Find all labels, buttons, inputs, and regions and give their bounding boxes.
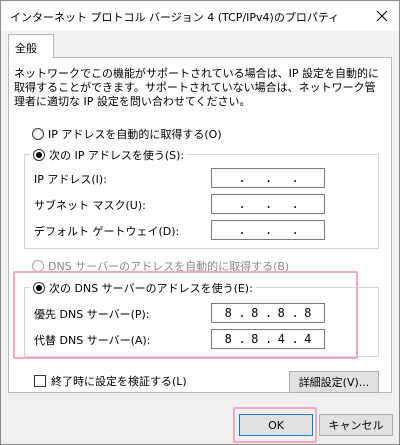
preferred-dns-input[interactable]: 8. 8. 8. 8 [211,303,325,323]
dns-manual-option[interactable]: 次の DNS サーバーのアドレスを使う(E): [30,280,256,296]
advanced-button[interactable]: 詳細設定(V)... [289,371,379,393]
tab-general-label: 全般 [15,42,37,55]
ip-manual-option[interactable]: 次の IP アドレスを使う(S): [30,147,188,163]
properties-dialog: インターネット プロトコル バージョン 4 (TCP/IPv4)のプロパティ 全… [0,0,400,445]
ip-auto-label: IP アドレスを自動的に取得する(O) [48,128,222,141]
octet: 8 [224,332,232,346]
dns-manual-radio[interactable] [33,282,45,294]
octet: 8 [224,306,232,320]
advanced-button-label: 詳細設定(V)... [298,376,370,389]
dns-manual-label: 次の DNS サーバーのアドレスを使う(E): [49,282,253,295]
dns-auto-option[interactable]: DNS サーバーのアドレスを自動的に取得する(B) [32,258,289,274]
alternate-dns-input[interactable]: 8. 8. 4. 4 [211,329,325,349]
ok-button-label: OK [268,418,284,432]
ip-auto-radio[interactable] [32,128,44,140]
ok-button[interactable]: OK [239,414,313,436]
alternate-dns-label: 代替 DNS サーバー(A): [34,334,151,347]
cancel-button[interactable]: キャンセル [319,414,393,436]
octet: 8 [251,332,259,346]
dns-auto-label: DNS サーバーのアドレスを自動的に取得する(B) [48,260,290,273]
window-title: インターネット プロトコル バージョン 4 (TCP/IPv4)のプロパティ [10,11,340,24]
close-icon [376,10,388,22]
default-gateway-input[interactable]: . . . [211,220,325,240]
ip-manual-label: 次の IP アドレスを使う(S): [49,149,185,162]
octet: 8 [277,306,285,320]
close-button[interactable] [371,5,393,27]
validate-on-exit-label: 終了時に設定を検証する(L) [51,375,187,388]
octet: 8 [304,306,312,320]
ip-manual-radio[interactable] [33,149,45,161]
octet: 4 [304,332,312,346]
ip-address-input[interactable]: . . . [211,168,325,188]
tab-general[interactable]: 全般 [8,34,54,58]
validate-on-exit-checkbox[interactable] [34,375,46,387]
octet: 8 [251,306,259,320]
description-text: ネットワークでこの機能がサポートされている場合は、IP 設定を自動的に取得するこ… [14,67,380,108]
subnet-mask-label: サブネット マスク(U): [34,199,146,212]
cancel-button-label: キャンセル [328,419,384,432]
ip-address-label: IP アドレス(I): [34,173,107,186]
preferred-dns-label: 優先 DNS サーバー(P): [34,308,150,321]
ip-auto-option[interactable]: IP アドレスを自動的に取得する(O) [32,126,222,142]
octet: 4 [277,332,285,346]
title-bar: インターネット プロトコル バージョン 4 (TCP/IPv4)のプロパティ [1,1,399,31]
default-gateway-label: デフォルト ゲートウェイ(D): [34,225,180,238]
subnet-mask-input[interactable]: . . . [211,194,325,214]
dns-auto-radio[interactable] [32,260,44,272]
validate-on-exit-option[interactable]: 終了時に設定を検証する(L) [34,373,187,389]
